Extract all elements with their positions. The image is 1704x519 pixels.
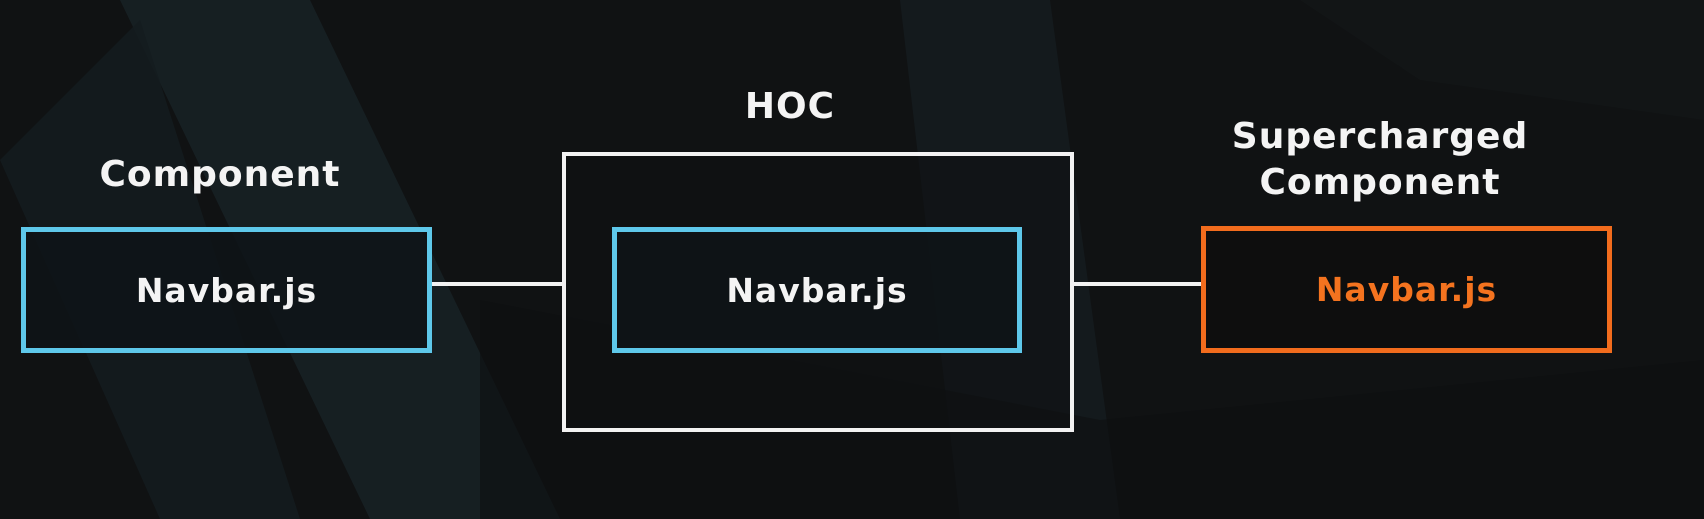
component-box: Navbar.js [21, 227, 432, 353]
hoc-label: HOC [744, 86, 836, 127]
supercharged-label-line1: Supercharged [1231, 116, 1529, 157]
component-box-label: Navbar.js [135, 270, 318, 310]
wrapped-component-box-label: Navbar.js [726, 270, 908, 310]
connector-right [1074, 282, 1204, 286]
component-label: Component [99, 154, 341, 195]
supercharged-component-box: Navbar.js [1201, 226, 1612, 353]
diagram-canvas: Component HOC Supercharged Component Nav… [0, 0, 1704, 519]
supercharged-label-line2: Component [1259, 162, 1501, 203]
wrapped-component-box: Navbar.js [612, 227, 1022, 353]
supercharged-component-box-label: Navbar.js [1315, 270, 1498, 309]
connector-left [430, 282, 564, 286]
